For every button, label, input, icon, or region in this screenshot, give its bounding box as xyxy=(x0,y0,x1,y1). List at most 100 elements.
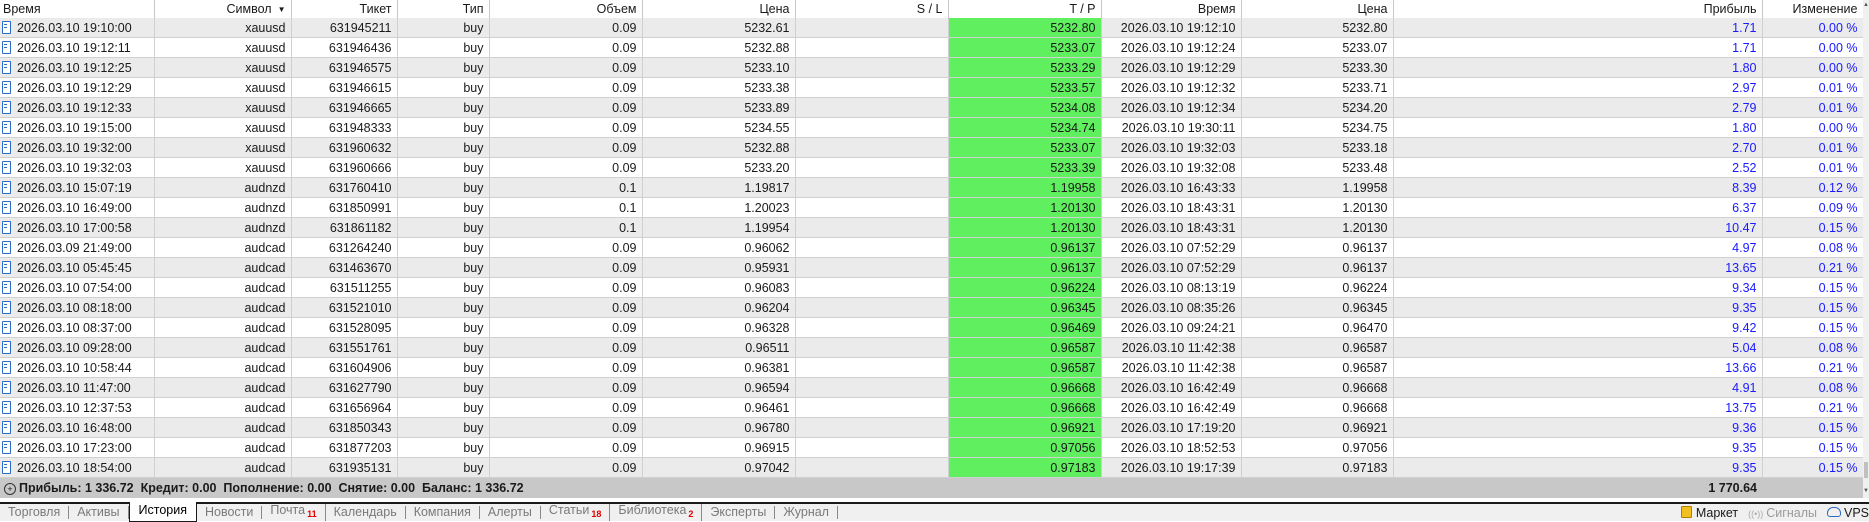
table-row[interactable]: 2026.03.10 05:45:45 audcad 631463670 buy 0.0… xyxy=(0,257,1864,278)
table-row[interactable]: 2026.03.10 19:12:25 xauusd 631946575 buy 0.0… xyxy=(0,57,1864,78)
tab-8[interactable]: Алерты xyxy=(480,506,541,519)
signals-button[interactable]: ((•)) Сигналы xyxy=(1748,506,1817,520)
cell-value: 9.35 xyxy=(1732,440,1757,455)
cell-type: buy xyxy=(397,337,490,358)
column-header-open-price[interactable]: Цена xyxy=(642,0,796,18)
column-header-symbol[interactable]: Символ ▼ xyxy=(154,0,292,18)
deal-document-icon xyxy=(2,340,11,354)
table-row[interactable]: 2026.03.10 19:12:33 xauusd 631946665 buy 0.0… xyxy=(0,97,1864,118)
table-row[interactable]: 2026.03.10 19:10:00 xauusd 631945211 buy 0.0… xyxy=(0,18,1864,38)
deal-document-icon xyxy=(2,300,11,314)
cell-take-profit: 1.19958 xyxy=(948,177,1102,198)
column-header-ticket[interactable]: Тикет xyxy=(291,0,398,18)
scrollbar-thumb[interactable] xyxy=(1864,462,1868,478)
table-row[interactable]: 2026.03.10 10:58:44 audcad 631604906 buy 0.0… xyxy=(0,357,1864,378)
cell-change: 0.15 % xyxy=(1762,317,1864,338)
table-row[interactable]: 2026.03.10 08:37:00 audcad 631528095 buy 0.0… xyxy=(0,317,1864,338)
column-header-change[interactable]: Изменение xyxy=(1762,0,1864,18)
cell-volume: 0.09 xyxy=(489,77,643,98)
cell-value: 0.96224 xyxy=(1342,280,1388,295)
table-row[interactable]: 2026.03.10 19:12:29 xauusd 631946615 buy 0.0… xyxy=(0,77,1864,98)
tab-3[interactable]: История xyxy=(128,501,197,522)
cell-volume: 0.09 xyxy=(489,397,643,418)
cell-symbol: xauusd xyxy=(154,117,292,138)
tab-9[interactable]: Статьи 18 xyxy=(541,504,611,521)
column-header-type[interactable]: Тип xyxy=(397,0,490,18)
table-row[interactable]: 2026.03.10 17:00:58 audnzd 631861182 buy 0.1… xyxy=(0,217,1864,238)
table-row[interactable]: 2026.03.10 19:32:03 xauusd 631960666 buy 0.0… xyxy=(0,157,1864,178)
cell-value: 0.21 % xyxy=(1818,400,1858,415)
history-table-container: Время Символ ▼ Тикет Тип Объем Цена S / L T / P В… xyxy=(0,0,1864,478)
table-row[interactable]: 2026.03.10 19:32:00 xauusd 631960632 buy 0.0… xyxy=(0,137,1864,158)
cell-close-time: 2026.03.10 11:42:38 xyxy=(1101,337,1242,358)
cell-change: 0.21 % xyxy=(1762,397,1864,418)
cell-stop-loss xyxy=(795,257,949,278)
table-row[interactable]: 2026.03.10 11:47:00 audcad 631627790 buy 0.0… xyxy=(0,377,1864,398)
cell-value: 631850991 xyxy=(328,200,392,215)
cell-type: buy xyxy=(397,217,490,238)
column-header-label: Время xyxy=(1197,2,1236,16)
tab-12[interactable]: Журнал xyxy=(775,506,838,519)
table-row[interactable]: 2026.03.10 12:37:53 audcad 631656964 buy 0.0… xyxy=(0,397,1864,418)
table-row[interactable]: 2026.03.10 07:54:00 audcad 631511255 buy 0.0… xyxy=(0,277,1864,298)
cell-value: xauusd xyxy=(245,140,286,155)
market-button[interactable]: Маркет xyxy=(1680,505,1738,520)
column-header-close-price[interactable]: Цена xyxy=(1241,0,1394,18)
column-header-take-profit[interactable]: T / P xyxy=(948,0,1102,18)
cell-open-time: 2026.03.10 16:48:00 xyxy=(0,417,155,438)
table-row[interactable]: 2026.03.10 16:48:00 audcad 631850343 buy 0.0… xyxy=(0,417,1864,438)
table-row[interactable]: 2026.03.10 15:07:19 audnzd 631760410 buy 0.1… xyxy=(0,177,1864,198)
column-header-close-time[interactable]: Время xyxy=(1101,0,1242,18)
table-row[interactable]: 2026.03.10 19:12:11 xauusd 631946436 buy 0.0… xyxy=(0,37,1864,58)
cell-close-price: 1.19958 xyxy=(1241,177,1394,198)
cell-value: 5234.55 xyxy=(744,120,790,135)
cell-value: 631877203 xyxy=(328,440,392,455)
table-row[interactable]: 2026.03.10 16:49:00 audnzd 631850991 buy 0.1… xyxy=(0,197,1864,218)
column-header-stop-loss[interactable]: S / L xyxy=(795,0,949,18)
table-row[interactable]: 2026.03.10 09:28:00 audcad 631551761 buy 0.0… xyxy=(0,337,1864,358)
cell-value: 2026.03.10 17:00:58 xyxy=(17,220,132,235)
cell-value: 0.96587 xyxy=(1342,360,1388,375)
cell-value: 5233.10 xyxy=(744,60,790,75)
tab-5[interactable]: Почта 11 xyxy=(262,504,326,521)
vps-button[interactable]: VPS xyxy=(1826,505,1869,520)
cell-value: 0.97056 xyxy=(1342,440,1388,455)
tab-7[interactable]: Компания xyxy=(406,506,480,519)
table-row[interactable]: 2026.03.10 18:54:00 audcad 631935131 buy 0.0… xyxy=(0,457,1864,478)
column-header-open-time[interactable]: Время xyxy=(0,0,155,18)
tab-2[interactable]: Активы xyxy=(69,505,129,519)
column-header-volume[interactable]: Объем xyxy=(489,0,643,18)
deal-document-icon xyxy=(2,160,11,174)
table-row[interactable]: 2026.03.09 21:49:00 audcad 631264240 buy 0.0… xyxy=(0,237,1864,258)
tab-4[interactable]: Новости xyxy=(197,506,263,519)
table-row[interactable]: 2026.03.10 19:15:00 xauusd 631948333 buy 0.0… xyxy=(0,117,1864,138)
cell-value: 5234.75 xyxy=(1342,120,1388,135)
cell-open-price: 5232.61 xyxy=(642,18,796,38)
cell-close-time: 2026.03.10 16:42:49 xyxy=(1101,397,1242,418)
cell-value: 2026.03.10 19:12:24 xyxy=(1120,40,1236,55)
cell-change: 0.15 % xyxy=(1762,417,1864,438)
tab-10[interactable]: Библиотека 2 xyxy=(610,504,703,521)
vps-label: VPS xyxy=(1843,505,1869,520)
cell-close-time: 2026.03.10 19:17:39 xyxy=(1101,457,1242,478)
tab-1[interactable]: Торговля xyxy=(0,506,70,519)
cell-close-price: 0.96137 xyxy=(1241,237,1394,258)
cell-value: 0.96915 xyxy=(744,440,790,455)
cell-volume: 0.09 xyxy=(489,117,643,138)
expand-plus-icon[interactable]: + xyxy=(4,483,16,495)
tab-11[interactable]: Эксперты xyxy=(702,506,776,519)
tab-6[interactable]: Календарь xyxy=(326,506,406,519)
cell-value: 1.71 xyxy=(1732,20,1757,35)
table-row[interactable]: 2026.03.10 08:18:00 audcad 631521010 buy 0.0… xyxy=(0,297,1864,318)
cell-value: 2026.03.10 07:52:29 xyxy=(1120,240,1236,255)
table-row[interactable]: 2026.03.10 17:23:00 audcad 631877203 buy 0.0… xyxy=(0,437,1864,458)
cell-value: 2026.03.10 16:43:33 xyxy=(1120,180,1236,195)
cell-open-price: 0.96780 xyxy=(642,417,796,438)
scroll-up-icon[interactable]: ▲ xyxy=(1863,2,1869,8)
cell-open-price: 0.96461 xyxy=(642,397,796,418)
tab-label: Активы xyxy=(77,505,120,519)
cell-value: 2026.03.10 07:54:00 xyxy=(17,280,132,295)
scroll-down-icon[interactable]: ▼ xyxy=(1863,488,1869,494)
column-header-profit[interactable]: Прибыль xyxy=(1393,0,1763,18)
vertical-scrollbar[interactable]: ▲ ▼ xyxy=(1863,0,1869,498)
